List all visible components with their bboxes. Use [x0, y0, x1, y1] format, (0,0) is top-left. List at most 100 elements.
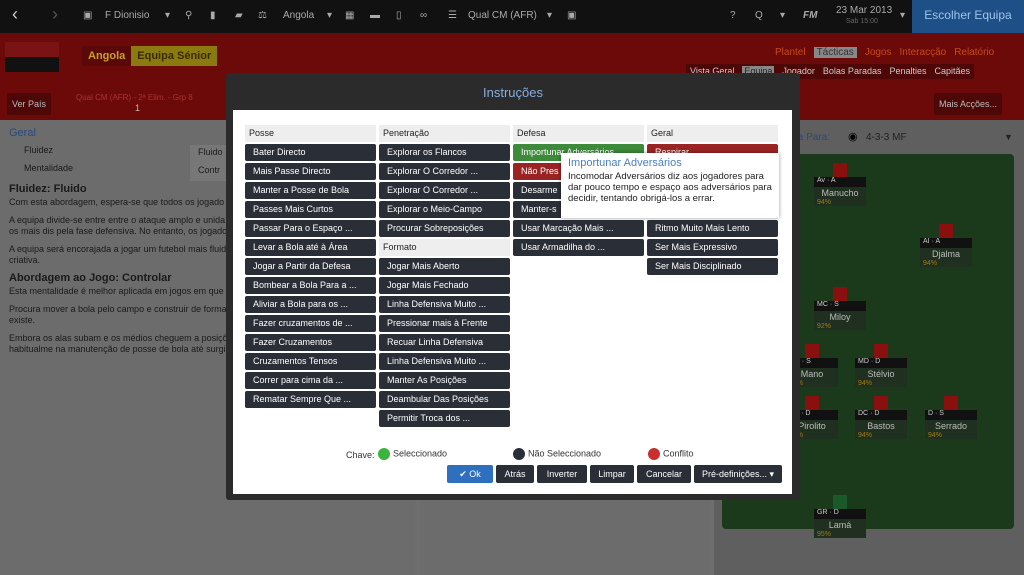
- calendar-icon[interactable]: ▦: [345, 10, 354, 21]
- tablet-icon[interactable]: ▯: [396, 10, 402, 21]
- player-name: Djalma: [920, 248, 972, 260]
- nation-menu[interactable]: Angola: [283, 10, 314, 21]
- instruction-button[interactable]: Recuar Linha Defensiva: [379, 334, 510, 351]
- chevron-down-icon[interactable]: ▼: [1004, 132, 1013, 142]
- position-role[interactable]: MC · S: [814, 301, 866, 311]
- subnav-set-pieces[interactable]: Bolas Paradas: [823, 66, 882, 77]
- instruction-button[interactable]: Bombear a Bola Para a ...: [245, 277, 376, 294]
- player-card[interactable]: D · S Serrado 94%: [925, 396, 977, 439]
- player-card[interactable]: Av · A Manucho 94%: [814, 163, 866, 206]
- competition-menu[interactable]: Qual CM (AFR): [468, 10, 537, 21]
- nav-interaction[interactable]: Interacção: [900, 47, 947, 58]
- instruction-button[interactable]: Usar Armadilha do ...: [513, 239, 644, 256]
- position-role[interactable]: AI · A: [920, 238, 972, 248]
- player-card[interactable]: AI · A Djalma 94%: [920, 224, 972, 267]
- position-role[interactable]: Av · A: [814, 177, 866, 187]
- nav-tactics[interactable]: Tácticas: [813, 47, 857, 58]
- instruction-button[interactable]: Aliviar a Bola para os ...: [245, 296, 376, 313]
- instruction-button[interactable]: Manter a Posse de Bola: [245, 182, 376, 199]
- formation-select[interactable]: 4-3-3 MF: [866, 132, 907, 143]
- choose-team-button[interactable]: Escolher Equipa: [912, 0, 1024, 33]
- forward-icon[interactable]: ›: [52, 4, 58, 25]
- back-button[interactable]: Atrás: [496, 465, 534, 483]
- cancel-button[interactable]: Cancelar: [637, 465, 691, 483]
- position-role[interactable]: MD · D: [855, 358, 907, 368]
- instruction-button[interactable]: Cruzamentos Tensos: [245, 353, 376, 370]
- inbox-icon[interactable]: ▣: [83, 10, 92, 21]
- instruction-button[interactable]: Pressionar mais à Frente: [379, 315, 510, 332]
- instruction-button[interactable]: Passar Para o Espaço ...: [245, 220, 376, 237]
- subnav-penalties[interactable]: Penalties: [889, 66, 926, 77]
- eye-icon[interactable]: ◉: [848, 130, 858, 143]
- clear-button[interactable]: Limpar: [590, 465, 634, 483]
- back-icon[interactable]: ‹: [12, 4, 18, 25]
- instruction-button[interactable]: Mais Passe Directo: [245, 163, 376, 180]
- instruction-button[interactable]: Fazer cruzamentos de ...: [245, 315, 376, 332]
- staff-icon[interactable]: ⚲: [185, 10, 192, 21]
- instruction-button[interactable]: Rematar Sempre Que ...: [245, 391, 376, 408]
- instruction-button[interactable]: Passes Mais Curtos: [245, 201, 376, 218]
- club-menu[interactable]: F Dionisio: [105, 10, 149, 21]
- instruction-button[interactable]: Ritmo Muito Mais Lento: [647, 220, 778, 237]
- instruction-button[interactable]: Usar Marcação Mais ...: [513, 220, 644, 237]
- team-selector[interactable]: Angola Equipa Sénior: [82, 46, 218, 66]
- instruction-button[interactable]: Manter As Posições: [379, 372, 510, 389]
- instruction-button[interactable]: Explorar O Corredor ...: [379, 163, 510, 180]
- dark-dot-icon: [513, 448, 525, 460]
- player-card[interactable]: MC · S Miloy 92%: [814, 287, 866, 330]
- fluidity-value[interactable]: Fluido: [190, 145, 231, 163]
- fm-menu[interactable]: FM: [803, 10, 817, 21]
- view-country-button[interactable]: Ver País: [7, 93, 52, 115]
- more-actions-button[interactable]: Mais Acções...: [934, 93, 1003, 115]
- position-role[interactable]: D · S: [925, 410, 977, 420]
- red-dot-icon: [648, 448, 660, 460]
- instruction-button[interactable]: Jogar Mais Fechado: [379, 277, 510, 294]
- instruction-button[interactable]: Explorar O Corredor ...: [379, 182, 510, 199]
- binoculars-icon[interactable]: ∞: [420, 10, 427, 21]
- player-name: Stélvio: [855, 368, 907, 380]
- instruction-button[interactable]: Explorar o Meio-Campo: [379, 201, 510, 218]
- competition-label[interactable]: Qual CM (AFR) - 2ª Elim. - Grp 8: [76, 93, 193, 102]
- instruction-button[interactable]: Bater Directo: [245, 144, 376, 161]
- instruction-button[interactable]: Procurar Sobreposições: [379, 220, 510, 237]
- instruction-button[interactable]: Ser Mais Disciplinado: [647, 258, 778, 275]
- instruction-button[interactable]: Ser Mais Expressivo: [647, 239, 778, 256]
- subnav-captains[interactable]: Capitães: [935, 66, 971, 77]
- instruction-button[interactable]: Jogar a Partir da Defesa: [245, 258, 376, 275]
- instruction-button[interactable]: Explorar os Flancos: [379, 144, 510, 161]
- shirt-icon: [833, 495, 847, 509]
- player-card[interactable]: DC · D Bastos 94%: [855, 396, 907, 439]
- squad-name[interactable]: Equipa Sénior: [131, 46, 218, 66]
- position-role[interactable]: DC · D: [855, 410, 907, 420]
- instruction-button[interactable]: Permitir Troca dos ...: [379, 410, 510, 427]
- clipboard-icon[interactable]: ▮: [210, 10, 216, 21]
- team-name[interactable]: Angola: [82, 46, 132, 66]
- instruction-button[interactable]: Linha Defensiva Muito ...: [379, 353, 510, 370]
- search-icon[interactable]: Q: [755, 10, 763, 21]
- instruction-button[interactable]: Fazer Cruzamentos: [245, 334, 376, 351]
- schedule-icon[interactable]: ▣: [567, 10, 576, 21]
- shirt-icon: [805, 396, 819, 410]
- folder-icon[interactable]: ▬: [370, 10, 380, 21]
- bag-icon[interactable]: ▰: [235, 10, 243, 21]
- scales-icon[interactable]: ⚖: [258, 10, 267, 21]
- help-icon[interactable]: ?: [730, 10, 736, 21]
- presets-button[interactable]: Pré-definições... ▾: [694, 465, 782, 483]
- player-card[interactable]: MD · D Stélvio 94%: [855, 344, 907, 387]
- invert-button[interactable]: Inverter: [537, 465, 587, 483]
- instruction-button[interactable]: Jogar Mais Aberto: [379, 258, 510, 275]
- player-card[interactable]: GR · D Lamá 95%: [814, 495, 866, 538]
- player-name: Miloy: [814, 311, 866, 323]
- instruction-button[interactable]: Linha Defensiva Muito ...: [379, 296, 510, 313]
- instruction-button[interactable]: Correr para cima da ...: [245, 372, 376, 389]
- instruction-button[interactable]: Levar a Bola até à Área: [245, 239, 376, 256]
- list-icon[interactable]: ☰: [448, 10, 457, 21]
- instruction-button[interactable]: Deambular Das Posições: [379, 391, 510, 408]
- ok-button[interactable]: ✔ Ok: [447, 465, 493, 483]
- player-condition: 94%: [920, 260, 972, 267]
- nav-report[interactable]: Relatório: [954, 47, 994, 58]
- mentality-value[interactable]: Contr: [190, 163, 229, 181]
- nav-squad[interactable]: Plantel: [775, 47, 806, 58]
- nav-matches[interactable]: Jogos: [865, 47, 892, 58]
- position-role[interactable]: GR · D: [814, 509, 866, 519]
